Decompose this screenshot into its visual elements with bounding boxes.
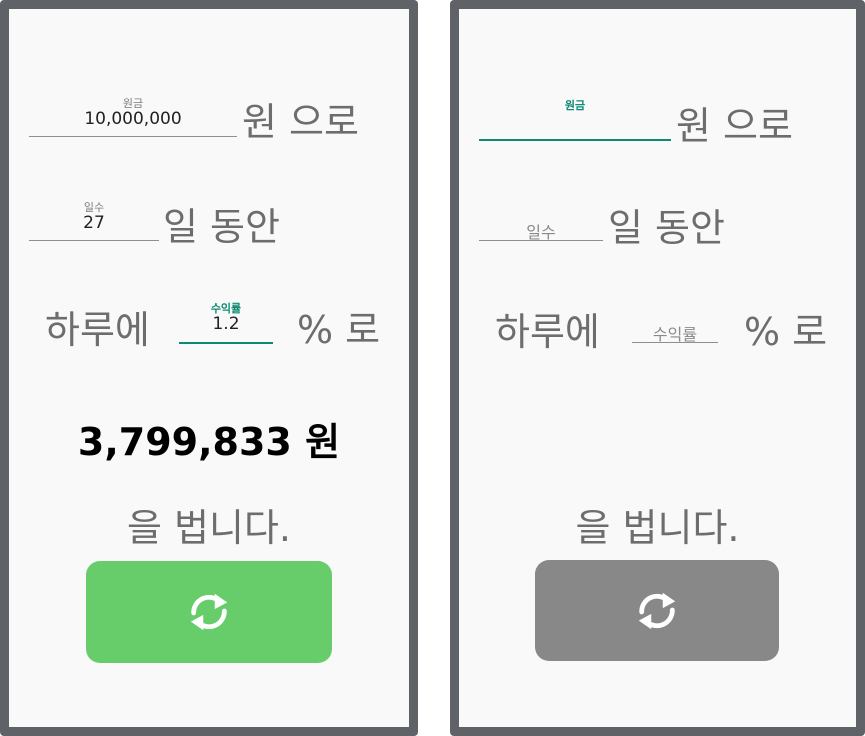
principal-underline: [479, 139, 671, 141]
rate-suffix: % 로: [744, 310, 828, 354]
days-input[interactable]: 일수 27: [29, 199, 159, 241]
rate-underline: [179, 342, 273, 344]
phone-screen-empty: 원금 원 으로 일수 일 동안 하루에 수익률 % 로 을 법니다.: [450, 0, 865, 736]
result-tail: 을 법니다.: [127, 506, 291, 550]
principal-suffix: 원 으로: [676, 104, 793, 148]
result-amount: 3,799,833 원: [77, 420, 341, 464]
rate-prefix: 하루에: [495, 310, 600, 354]
refresh-icon: [190, 593, 228, 631]
days-value: 27: [83, 213, 105, 233]
principal-suffix: 원 으로: [242, 100, 359, 144]
result-tail: 을 법니다.: [575, 506, 740, 550]
rate-prefix: 하루에: [45, 308, 150, 352]
rate-input[interactable]: 수익률 1.2: [179, 300, 273, 344]
days-suffix: 일 동안: [163, 205, 280, 249]
days-underline: [29, 240, 159, 241]
days-suffix: 일 동안: [608, 206, 725, 250]
phone-screen-filled: 원금 10,000,000 원 으로 일수 27 일 동안 하루에 수익률 1.…: [0, 0, 418, 736]
refresh-button[interactable]: [86, 561, 332, 663]
rate-value: 1.2: [212, 314, 240, 334]
rate-input[interactable]: 수익률: [632, 319, 718, 344]
principal-input[interactable]: 원금 10,000,000: [29, 95, 237, 137]
principal-underline: [29, 136, 237, 137]
principal-input[interactable]: 원금: [479, 97, 671, 141]
principal-value: 10,000,000: [84, 109, 182, 129]
refresh-icon: [638, 592, 676, 629]
principal-hint: 원금: [564, 99, 586, 112]
days-input[interactable]: 일수: [479, 217, 603, 242]
days-underline: [479, 240, 603, 241]
rate-underline: [632, 342, 718, 343]
refresh-button[interactable]: [535, 560, 779, 661]
rate-suffix: % 로: [297, 308, 381, 352]
